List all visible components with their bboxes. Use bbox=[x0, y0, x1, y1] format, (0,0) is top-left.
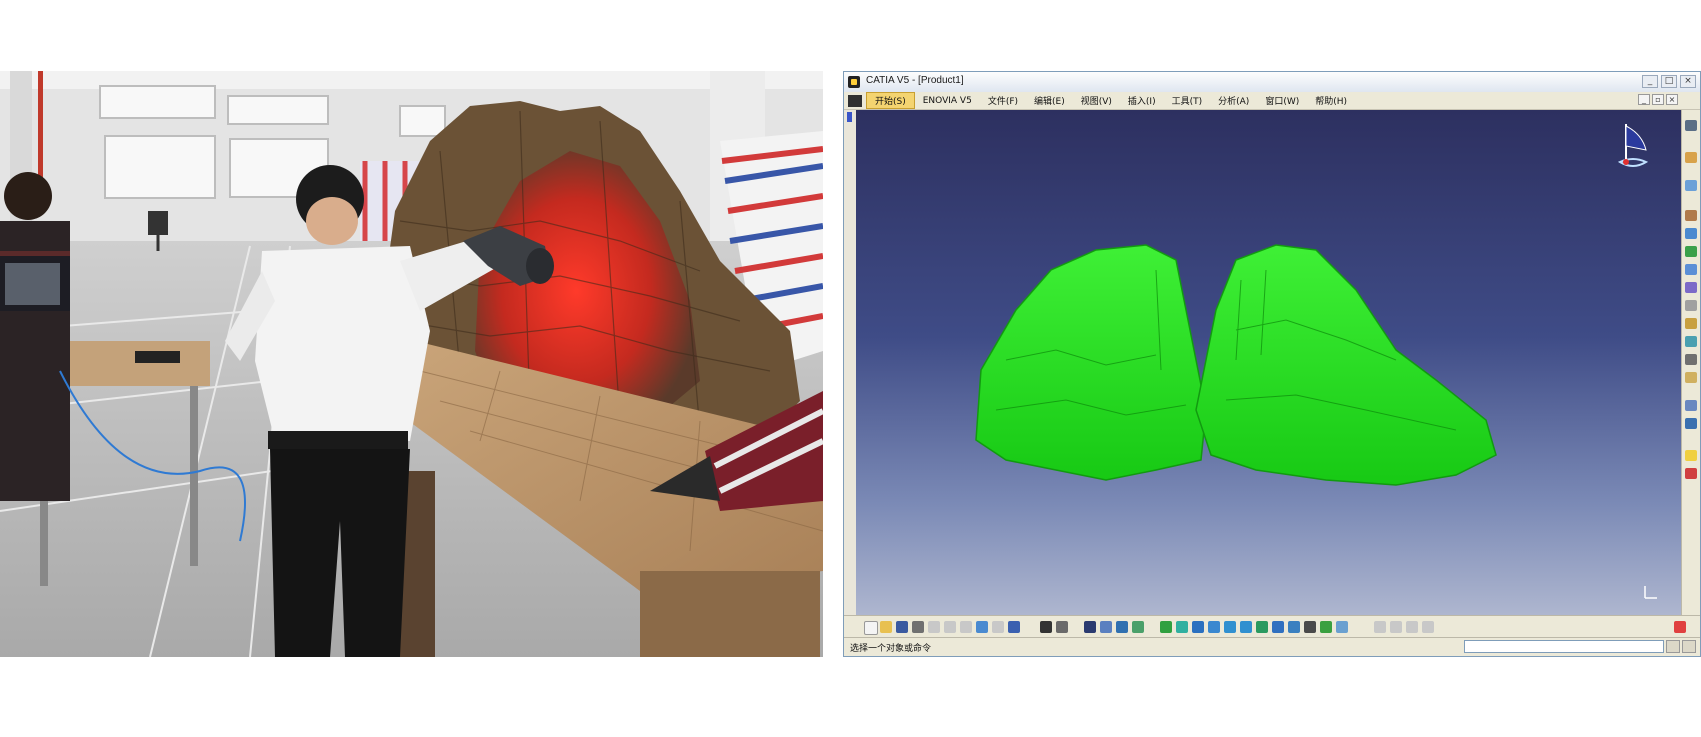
tools-icon[interactable] bbox=[1100, 621, 1112, 633]
menu-start[interactable]: 开始(S) bbox=[866, 92, 915, 109]
menu-help[interactable]: 帮助(H) bbox=[1307, 93, 1355, 108]
document-icon[interactable] bbox=[848, 94, 862, 107]
paste-icon[interactable] bbox=[960, 621, 972, 633]
3d-viewport[interactable] bbox=[856, 110, 1684, 615]
menu-tools[interactable]: 工具(T) bbox=[1164, 93, 1211, 108]
view-icon[interactable] bbox=[1272, 621, 1284, 633]
close-button[interactable]: × bbox=[1680, 75, 1696, 88]
new-document-icon[interactable] bbox=[864, 621, 878, 635]
toolbar-icon[interactable] bbox=[1685, 120, 1697, 131]
lightbulb-icon[interactable] bbox=[1685, 450, 1697, 461]
window-title: CATIA V5 - [Product1] bbox=[866, 75, 964, 86]
copy-icon[interactable] bbox=[944, 621, 956, 633]
scanning-photo bbox=[0, 71, 823, 657]
catia-logo-icon bbox=[1674, 621, 1686, 633]
toolbar-icon[interactable] bbox=[1685, 418, 1697, 429]
compass-icon[interactable] bbox=[1608, 114, 1658, 174]
minimize-button[interactable]: _ bbox=[1642, 75, 1658, 88]
help-icon[interactable] bbox=[1008, 621, 1020, 633]
axis-indicator-icon bbox=[1642, 583, 1660, 601]
scanned-rockery-model[interactable] bbox=[856, 110, 1684, 615]
view-icon[interactable] bbox=[1288, 621, 1300, 633]
toolbar-icon[interactable] bbox=[1685, 264, 1697, 275]
bottom-toolbar bbox=[844, 615, 1700, 638]
toolbar-icon[interactable] bbox=[1685, 372, 1697, 383]
menu-view[interactable]: 视图(V) bbox=[1073, 93, 1120, 108]
zoom-out-icon[interactable] bbox=[1240, 621, 1252, 633]
title-bar: CATIA V5 - [Product1] _ □ × bbox=[844, 72, 1700, 93]
doc-restore-button[interactable]: ▫ bbox=[1652, 94, 1664, 105]
status-button[interactable] bbox=[1682, 640, 1696, 653]
status-bar: 选择一个对象或命令 bbox=[844, 637, 1700, 656]
tree-marker[interactable] bbox=[847, 112, 852, 122]
redo-icon[interactable] bbox=[992, 621, 1004, 633]
toolbar-icon[interactable] bbox=[1685, 228, 1697, 239]
tools-icon[interactable] bbox=[1132, 621, 1144, 633]
rotate-icon[interactable] bbox=[1208, 621, 1220, 633]
menu-edit[interactable]: 编辑(E) bbox=[1026, 93, 1073, 108]
toolbar-icon[interactable] bbox=[1685, 300, 1697, 311]
menu-enovia[interactable]: ENOVIA V5 bbox=[915, 95, 980, 107]
fly-mode-icon[interactable] bbox=[1160, 621, 1172, 633]
menu-file[interactable]: 文件(F) bbox=[980, 93, 1026, 108]
view-mode-icon[interactable] bbox=[1336, 621, 1348, 633]
undo-icon[interactable] bbox=[976, 621, 988, 633]
tools-icon[interactable] bbox=[1116, 621, 1128, 633]
menu-analyze[interactable]: 分析(A) bbox=[1210, 93, 1257, 108]
toolbar-icon[interactable] bbox=[1685, 246, 1697, 257]
tools-icon[interactable] bbox=[1084, 621, 1096, 633]
catia-app-icon bbox=[848, 76, 860, 88]
doc-close-button[interactable]: × bbox=[1666, 94, 1678, 105]
swap-visible-space-icon[interactable] bbox=[1320, 621, 1332, 633]
toolbar-icon[interactable] bbox=[1685, 354, 1697, 365]
right-toolbar bbox=[1681, 110, 1700, 615]
toolbar-icon[interactable] bbox=[1685, 318, 1697, 329]
toolbar-icon[interactable] bbox=[1685, 336, 1697, 347]
toolbar-icon[interactable] bbox=[1685, 180, 1697, 191]
toolbar-icon[interactable] bbox=[1685, 282, 1697, 293]
scanning-photo-illustration bbox=[0, 71, 823, 657]
formula-icon[interactable] bbox=[1040, 621, 1052, 633]
catia-window: CATIA V5 - [Product1] _ □ × 开始(S) ENOVIA… bbox=[843, 71, 1701, 657]
maximize-button[interactable]: □ bbox=[1661, 75, 1677, 88]
toolbar-icon[interactable] bbox=[1406, 621, 1418, 633]
window-controls: _ □ × bbox=[1642, 75, 1696, 88]
toolbar-icon[interactable] bbox=[1685, 210, 1697, 221]
zoom-in-icon[interactable] bbox=[1224, 621, 1236, 633]
menu-window[interactable]: 窗口(W) bbox=[1257, 93, 1307, 108]
print-icon[interactable] bbox=[912, 621, 924, 633]
toolbar-icon[interactable] bbox=[1374, 621, 1386, 633]
hide-show-icon[interactable] bbox=[1304, 621, 1316, 633]
toolbar-icon[interactable] bbox=[1422, 621, 1434, 633]
document-window-controls: _ ▫ × bbox=[1638, 94, 1678, 105]
toolbar-icon[interactable] bbox=[1685, 400, 1697, 411]
toolbar-icon[interactable] bbox=[1390, 621, 1402, 633]
status-prompt: 选择一个对象或命令 bbox=[850, 644, 932, 654]
toolbar-icon[interactable] bbox=[1685, 152, 1697, 163]
save-icon[interactable] bbox=[896, 621, 908, 633]
toolbar-icon[interactable] bbox=[1685, 468, 1697, 479]
menu-bar: 开始(S) ENOVIA V5 文件(F) 编辑(E) 视图(V) 插入(I) … bbox=[844, 92, 1700, 110]
power-input-field[interactable] bbox=[1464, 640, 1664, 653]
fit-all-icon[interactable] bbox=[1176, 621, 1188, 633]
comment-icon[interactable] bbox=[1056, 621, 1068, 633]
open-folder-icon[interactable] bbox=[880, 621, 892, 633]
normal-view-icon[interactable] bbox=[1256, 621, 1268, 633]
doc-minimize-button[interactable]: _ bbox=[1638, 94, 1650, 105]
pan-icon[interactable] bbox=[1192, 621, 1204, 633]
menu-insert[interactable]: 插入(I) bbox=[1120, 93, 1164, 108]
status-button[interactable] bbox=[1666, 640, 1680, 653]
cut-icon[interactable] bbox=[928, 621, 940, 633]
